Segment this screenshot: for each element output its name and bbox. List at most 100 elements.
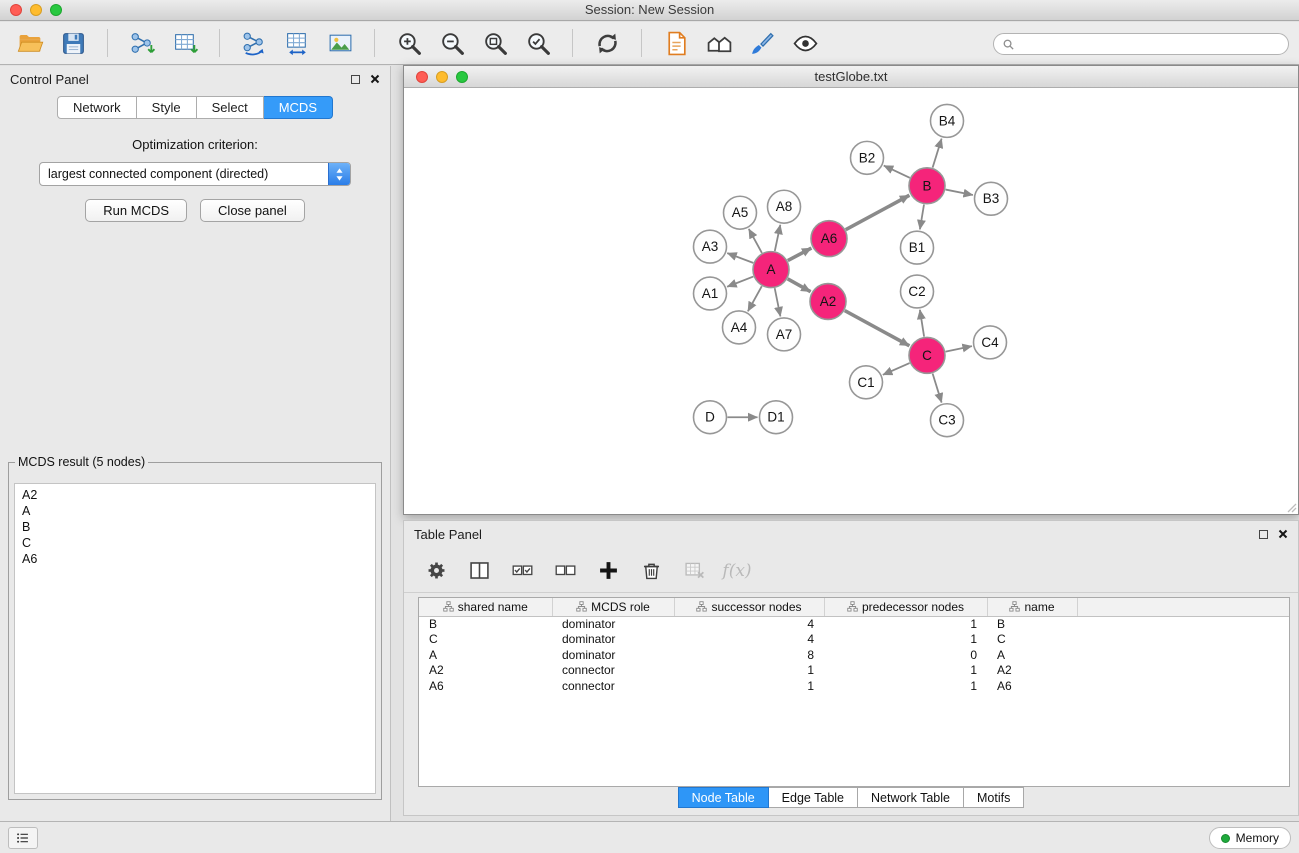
document-copy-icon[interactable] — [658, 26, 694, 60]
table-cell[interactable]: A6 — [419, 678, 552, 694]
graph-edge-A-A2[interactable] — [788, 279, 811, 292]
memory-button[interactable]: Memory — [1209, 827, 1291, 849]
graph-node-C1[interactable]: C1 — [850, 366, 883, 399]
search-input[interactable] — [1020, 37, 1280, 51]
delete-column-icon[interactable] — [637, 556, 665, 586]
import-network-icon[interactable] — [124, 26, 160, 60]
column-header-shared-name[interactable]: shared name — [419, 598, 552, 616]
result-item[interactable]: C — [22, 535, 368, 551]
save-floppy-icon[interactable] — [55, 26, 91, 60]
table-close-panel-icon[interactable] — [1278, 527, 1288, 542]
tab-node-table[interactable]: Node Table — [678, 787, 769, 808]
deselect-all-icon[interactable] — [551, 556, 579, 586]
tab-network[interactable]: Network — [57, 96, 137, 119]
table-cell[interactable]: B — [419, 616, 552, 632]
table-cell[interactable]: C — [987, 632, 1077, 648]
graph-node-C[interactable]: C — [909, 337, 945, 373]
new-table-icon[interactable] — [279, 26, 315, 60]
graph-node-C3[interactable]: C3 — [931, 404, 964, 437]
houses-icon[interactable] — [701, 26, 737, 60]
table-row[interactable]: Bdominator41B — [419, 616, 1289, 632]
table-cell[interactable]: B — [987, 616, 1077, 632]
graph-edge-B-B4[interactable] — [933, 139, 942, 168]
graph-node-B1[interactable]: B1 — [901, 231, 934, 264]
table-cell[interactable]: C — [419, 632, 552, 648]
graph-node-C2[interactable]: C2 — [901, 275, 934, 308]
search-field[interactable] — [993, 33, 1289, 55]
graph-edge-C-C1[interactable] — [883, 363, 910, 375]
zoom-in-icon[interactable] — [391, 26, 427, 60]
graph-node-A4[interactable]: A4 — [723, 311, 756, 344]
graph-edge-C-C4[interactable] — [946, 346, 972, 351]
export-image-icon[interactable] — [322, 26, 358, 60]
zoom-window-button[interactable] — [50, 4, 62, 16]
graph-node-D[interactable]: D — [694, 401, 727, 434]
graph-edge-C-C2[interactable] — [920, 310, 924, 337]
table-cell[interactable]: 1 — [824, 632, 987, 648]
table-cell[interactable]: 4 — [674, 632, 824, 648]
open-folder-icon[interactable] — [12, 26, 48, 60]
table-row[interactable]: A2connector11A2 — [419, 663, 1289, 679]
graph-edge-A-A6[interactable] — [788, 248, 812, 261]
column-header-predecessor-nodes[interactable]: predecessor nodes — [824, 598, 987, 616]
network-window-titlebar[interactable]: testGlobe.txt — [404, 66, 1298, 88]
criterion-dropdown[interactable]: largest connected component (directed) — [39, 162, 351, 186]
tab-motifs[interactable]: Motifs — [964, 787, 1024, 808]
table-float-panel-icon[interactable] — [1259, 530, 1268, 539]
zoom-out-icon[interactable] — [434, 26, 470, 60]
graph-edge-A-A3[interactable] — [727, 253, 753, 263]
tab-select[interactable]: Select — [197, 96, 264, 119]
graph-node-A3[interactable]: A3 — [694, 230, 727, 263]
graph-edge-C-C3[interactable] — [933, 374, 942, 403]
graph-node-B[interactable]: B — [909, 168, 945, 204]
eye-icon[interactable] — [787, 26, 823, 60]
table-cell[interactable]: 1 — [824, 678, 987, 694]
new-network-icon[interactable] — [236, 26, 272, 60]
column-header-successor-nodes[interactable]: successor nodes — [674, 598, 824, 616]
graph-node-A6[interactable]: A6 — [811, 221, 847, 257]
table-cell[interactable]: 1 — [824, 663, 987, 679]
zoom-fit-icon[interactable] — [477, 26, 513, 60]
graph-edge-B-B3[interactable] — [946, 190, 973, 195]
tab-mcds[interactable]: MCDS — [264, 96, 333, 119]
table-row[interactable]: Cdominator41C — [419, 632, 1289, 648]
table-cell[interactable]: 8 — [674, 647, 824, 663]
column-header-name[interactable]: name — [987, 598, 1077, 616]
table-cell[interactable]: A2 — [987, 663, 1077, 679]
graph-node-A5[interactable]: A5 — [724, 196, 757, 229]
show-columns-icon[interactable] — [465, 556, 493, 586]
graph-node-A7[interactable]: A7 — [768, 318, 801, 351]
graph-edge-A-A4[interactable] — [748, 286, 762, 311]
tab-network-table[interactable]: Network Table — [858, 787, 964, 808]
table-row[interactable]: Adominator80A — [419, 647, 1289, 663]
result-item[interactable]: A2 — [22, 487, 368, 503]
table-cell[interactable]: 1 — [674, 678, 824, 694]
zoom-selected-icon[interactable] — [520, 26, 556, 60]
tab-style[interactable]: Style — [137, 96, 197, 119]
run-mcds-button[interactable]: Run MCDS — [85, 199, 187, 222]
result-item[interactable]: A — [22, 503, 368, 519]
panel-menu-button[interactable] — [8, 827, 38, 849]
import-table-icon[interactable] — [167, 26, 203, 60]
close-window-button[interactable] — [10, 4, 22, 16]
graph-node-D1[interactable]: D1 — [760, 401, 793, 434]
graph-node-A1[interactable]: A1 — [694, 277, 727, 310]
graph-node-B2[interactable]: B2 — [851, 141, 884, 174]
table-cell[interactable]: 4 — [674, 616, 824, 632]
close-network-window-button[interactable] — [416, 71, 428, 83]
table-cell[interactable]: 1 — [674, 663, 824, 679]
minimize-window-button[interactable] — [30, 4, 42, 16]
table-cell[interactable]: connector — [552, 663, 674, 679]
graph-edge-B-B1[interactable] — [920, 205, 924, 230]
apply-layout-refresh-icon[interactable] — [589, 26, 625, 60]
graph-edge-B-B2[interactable] — [884, 166, 910, 178]
table-cell[interactable]: 0 — [824, 647, 987, 663]
graph-edge-A-A7[interactable] — [775, 288, 781, 316]
graph-node-C4[interactable]: C4 — [974, 326, 1007, 359]
close-panel-icon[interactable] — [370, 72, 380, 87]
add-column-icon[interactable] — [594, 556, 622, 586]
result-item[interactable]: A6 — [22, 551, 368, 567]
zoom-network-window-button[interactable] — [456, 71, 468, 83]
graph-edge-A-A1[interactable] — [727, 277, 753, 287]
float-panel-icon[interactable] — [351, 75, 360, 84]
